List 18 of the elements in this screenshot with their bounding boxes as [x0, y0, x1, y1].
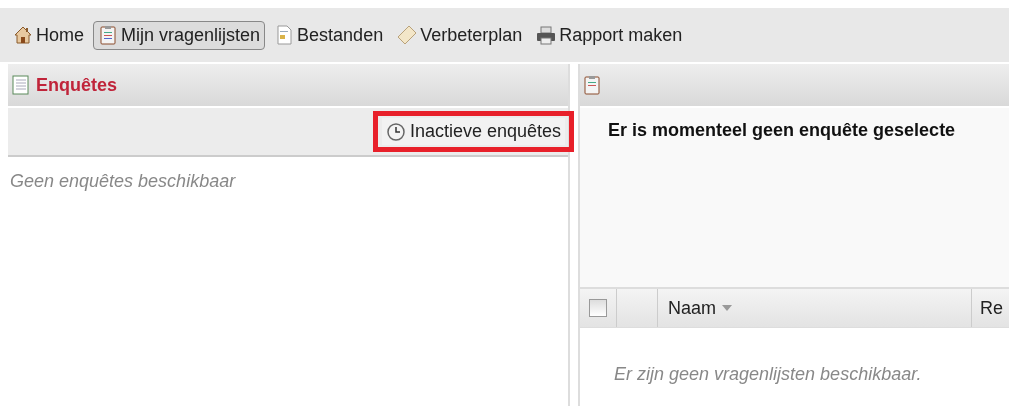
- ticket-icon: [397, 25, 418, 45]
- empty-message: Er zijn geen vragenlijsten beschikbaar.: [613, 363, 923, 385]
- toolbar-button[interactable]: Verbeterplan: [392, 20, 528, 50]
- printer-icon: [536, 25, 557, 45]
- panel-title: Enquêtes: [36, 74, 118, 96]
- toolbar-button[interactable]: Rapport maken: [531, 20, 688, 50]
- toolbar-button[interactable]: Mijn vragenlijsten: [93, 20, 266, 50]
- empty-message: Geen enquêtes beschikbaar: [9, 170, 237, 193]
- house-icon: [13, 25, 33, 45]
- clipboard-icon: [98, 25, 118, 45]
- select-all-checkbox[interactable]: [589, 299, 607, 317]
- document-icon: [274, 25, 295, 45]
- column-header[interactable]: Naam: [658, 289, 972, 327]
- toolbar-button[interactable]: Bestanden: [269, 20, 389, 50]
- column-header[interactable]: Re: [972, 289, 1003, 327]
- toolbar-button[interactable]: Home: [8, 20, 89, 50]
- clock-icon: [385, 121, 406, 142]
- status-message: Er is momenteel geen enquête geselecte: [607, 119, 957, 142]
